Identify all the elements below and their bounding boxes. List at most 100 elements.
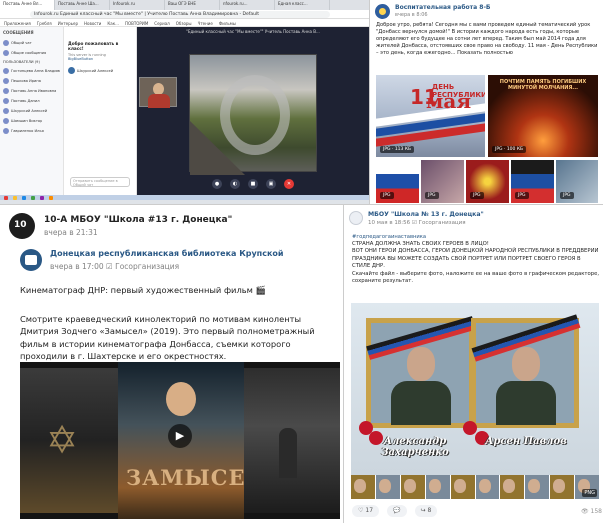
welcome-title: Добро пожаловать в класс! [68, 41, 119, 51]
portrait-frame [366, 316, 476, 428]
post-image[interactable]: Александр Захарченко Арсен Павлов [351, 303, 599, 475]
thumbnail[interactable] [400, 475, 425, 499]
post-author[interactable]: 10-А МБОУ "Школа #13 г. Донецка" [44, 215, 232, 225]
bookmark[interactable]: Приложения [4, 19, 31, 26]
portrait-name: Александр Захарченко [381, 436, 449, 458]
post-text: СТРАНА ДОЛЖНА ЗНАТЬ СВОИХ ГЕРОЕВ В ЛИЦО!… [352, 241, 600, 285]
thumbnail[interactable] [425, 475, 450, 499]
check-icon: ☑ [106, 262, 113, 271]
avatar [3, 50, 9, 56]
app-icon[interactable] [49, 195, 53, 200]
rose-icon [463, 421, 477, 435]
post-image[interactable]: ДЕНЬ РЕСПУБЛИКИ мая 11 JPG · 113 КБ [376, 75, 485, 157]
play-icon[interactable]: ▶ [168, 424, 192, 448]
browser-tab[interactable]: nfourok.ru... [220, 0, 275, 10]
post-image[interactable]: JPG [511, 160, 554, 203]
thumbnail[interactable]: PNG [575, 475, 600, 499]
repost-author[interactable]: Донецкая республиканская библиотека Круп… [50, 249, 283, 258]
bookmark[interactable]: Фильмы [219, 19, 236, 26]
thumbnail[interactable] [550, 475, 575, 499]
comment-button[interactable]: 💬 [387, 505, 407, 517]
app-icon[interactable] [40, 195, 44, 200]
image-caption: ПОЧТИМ ПАМЯТЬ ПОГИБШИХ МИНУТОЙ МОЛЧАНИЯ.… [499, 79, 587, 91]
video-title: "Единый классный час "Мы вместе"" Учител… [186, 29, 320, 34]
participant-webcam[interactable] [139, 77, 177, 108]
user-item[interactable]: Пешкова Ирина [0, 76, 63, 86]
app-icon[interactable] [13, 195, 17, 200]
mic-icon[interactable]: ● [212, 179, 222, 189]
thumbnail[interactable] [500, 475, 525, 499]
avatar [3, 68, 9, 74]
avatar[interactable] [20, 249, 42, 271]
file-badge: JPG · 113 КБ [380, 146, 415, 153]
app-icon[interactable] [4, 195, 8, 200]
bookmark[interactable]: Чтение [198, 19, 213, 26]
post-image[interactable]: ПОЧТИМ ПАМЯТЬ ПОГИБШИХ МИНУТОЙ МОЛЧАНИЯ.… [488, 75, 598, 157]
chat-item[interactable]: Общий чат [0, 38, 63, 48]
screen-share-icon[interactable]: ▣ [266, 179, 276, 189]
chat-item[interactable]: Общие сообщения [0, 48, 63, 58]
like-button[interactable]: ♡ 17 [352, 505, 380, 517]
bookmark[interactable]: Как... [107, 19, 119, 26]
thumbnail[interactable] [525, 475, 550, 499]
app-icon[interactable] [31, 195, 35, 200]
user-item[interactable]: Поставь Данил [0, 96, 63, 106]
hashtag[interactable]: #годпедагогаинаставника [352, 234, 426, 240]
chat-input[interactable]: Отправить сообщение в Общий чат [70, 177, 130, 187]
avatar[interactable] [349, 211, 363, 225]
post-author[interactable]: МБОУ "Школа № 13 г. Донецка" [368, 211, 484, 218]
video-preview[interactable]: ✡ ▶ ЗАМЫСЕЛ [20, 362, 340, 519]
camera-icon[interactable]: ■ [248, 179, 258, 189]
post-author[interactable]: Воспитательная работа 8-Б [395, 4, 491, 11]
leave-call-icon[interactable]: ✕ [284, 179, 294, 189]
chat-sidebar: СООБЩЕНИЯ Общий чат Общие сообщения ПОЛЬ… [0, 27, 64, 195]
image-caption: 11 [410, 85, 438, 109]
thumbnail[interactable] [375, 475, 400, 499]
avatar[interactable] [375, 4, 390, 19]
bookmark[interactable]: Сериал [154, 19, 169, 26]
post-date[interactable]: вчера в 21:31 [44, 228, 98, 237]
post-images: ДЕНЬ РЕСПУБЛИКИ мая 11 JPG · 113 КБ ПОЧТ… [376, 75, 598, 203]
browser-tab[interactable]: Поставь Анне Вл... [0, 0, 55, 10]
post-image[interactable]: JPG [376, 160, 419, 203]
shared-screen [189, 54, 317, 175]
user-item[interactable]: Шкурский Алексей [0, 106, 63, 116]
repost-header: Донецкая республиканская библиотека Круп… [20, 245, 340, 285]
browser-tab[interactable]: Поставь Анне Ша... [55, 0, 110, 10]
share-button[interactable]: ↪ 8 [414, 505, 438, 517]
bookmark[interactable]: Гребля [37, 19, 52, 26]
user-item[interactable]: Шамшин Виктор [0, 116, 63, 126]
thumbnail[interactable] [450, 475, 475, 499]
video-area: "Единый классный час "Мы вместе"" Учител… [137, 27, 369, 195]
browser-tab[interactable]: Ваш ОГЭ ЕНЕ [165, 0, 220, 10]
address-bar[interactable]: Infourok.ru Единый классный час "Мы вмес… [30, 11, 330, 18]
thumbnail[interactable] [351, 475, 375, 499]
post-top-right: Воспитательная работа 8-Б вчера в 8:06 Д… [369, 0, 603, 204]
bookmark[interactable]: Новости [84, 19, 101, 26]
post-image[interactable]: JPG [466, 160, 509, 203]
user-item[interactable]: Поставь Анна Ивановна [0, 86, 63, 96]
post-image[interactable]: JPG [421, 160, 464, 203]
post-date[interactable]: вчера в 8:06 [395, 12, 428, 18]
user-item[interactable]: Гавриленко Илья [0, 126, 63, 136]
app-icon[interactable] [22, 195, 26, 200]
bookmarks-bar: Приложения Гребля Интерьер Новости Как..… [0, 19, 369, 27]
chat-message: Шкурский Алексей [64, 61, 136, 80]
avatar [3, 40, 9, 46]
avatar [3, 118, 9, 124]
bookmark[interactable]: Интерьер [58, 19, 78, 26]
file-badge: JPG [425, 192, 439, 199]
user-item[interactable]: Гостинцева Анна Владимировна [0, 66, 63, 76]
avatar[interactable] [9, 213, 35, 239]
chat-panel: Добро пожаловать в класс! This server is… [64, 27, 137, 195]
browser-tab[interactable]: Едная класс... [275, 0, 330, 10]
bookmark[interactable]: ПОВТОРИМ [125, 19, 148, 26]
post-image[interactable]: JPG [556, 160, 598, 203]
bookmark[interactable]: Обзоры [176, 19, 192, 26]
portrait-frame [471, 314, 581, 428]
thumbnail[interactable] [475, 475, 500, 499]
avatar [3, 78, 9, 84]
browser-tab[interactable]: Infourok.ru [110, 0, 165, 10]
avatar [3, 88, 9, 94]
audio-icon[interactable]: ◐ [230, 179, 240, 189]
